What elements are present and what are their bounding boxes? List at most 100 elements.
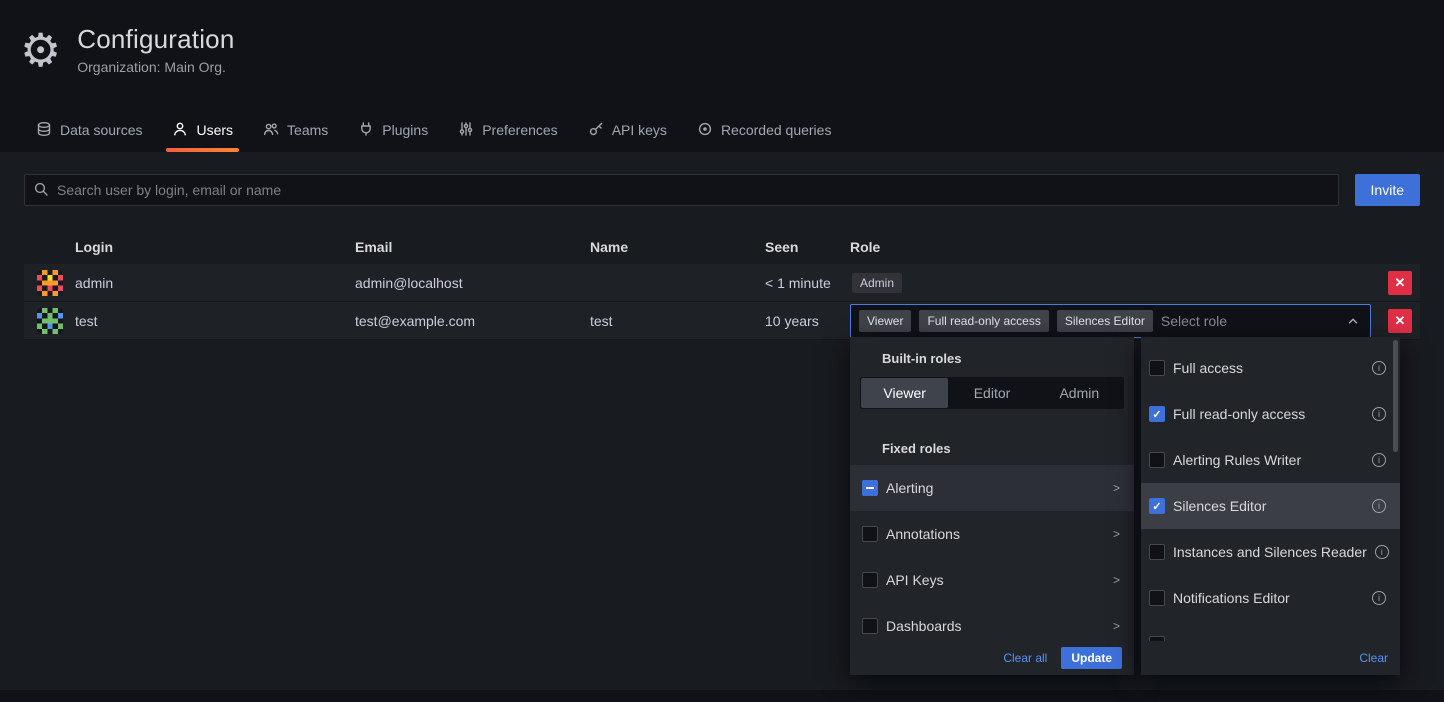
- radio-option-editor[interactable]: Editor: [948, 378, 1035, 408]
- column-header-login: Login: [75, 239, 355, 255]
- group-label: Annotations: [886, 526, 1105, 542]
- submenu-item-notifications-editor[interactable]: Notifications Editor i: [1141, 575, 1400, 621]
- checkbox-checked-icon[interactable]: ✓: [1149, 498, 1165, 514]
- checkbox-unchecked-icon[interactable]: [862, 526, 878, 542]
- role-picker-footer: Clear all Update: [850, 641, 1134, 675]
- selected-role-chip[interactable]: Full read-only access: [919, 310, 1048, 332]
- tab-label: Teams: [287, 122, 328, 138]
- submenu-item-silences-editor[interactable]: ✓ Silences Editor i: [1141, 483, 1400, 529]
- checkbox-checked-icon[interactable]: ✓: [1149, 406, 1165, 422]
- column-header-role: Role: [850, 239, 1371, 255]
- checkbox-unchecked-icon[interactable]: [1149, 452, 1165, 468]
- builtin-roles-label: Built-in roles: [882, 349, 1134, 369]
- info-icon: i: [1372, 453, 1386, 467]
- tab-label: Recorded queries: [721, 122, 832, 138]
- user-email: admin@localhost: [355, 275, 590, 291]
- search-input[interactable]: [24, 174, 1339, 206]
- submenu-scrollbar[interactable]: [1393, 340, 1398, 452]
- group-label: Alerting: [886, 480, 1105, 496]
- checkbox-unchecked-icon[interactable]: [862, 618, 878, 634]
- clear-link[interactable]: Clear: [1359, 651, 1388, 665]
- user-login: test: [75, 313, 355, 329]
- checkbox-unchecked-icon[interactable]: [1149, 360, 1165, 376]
- fixed-role-groups: Alerting > Annotations > API Keys > Dash…: [850, 465, 1134, 649]
- delete-user-button[interactable]: ✕: [1388, 309, 1412, 333]
- role-picker-submenu: Full access i ✓ Full read-only access i …: [1141, 337, 1400, 675]
- submenu-item-full-access[interactable]: Full access i: [1141, 345, 1400, 391]
- tab-data-sources[interactable]: Data sources: [24, 108, 154, 152]
- column-header-email: Email: [355, 239, 590, 255]
- submenu-item-full-read-only-access[interactable]: ✓ Full read-only access i: [1141, 391, 1400, 437]
- invite-button[interactable]: Invite: [1355, 174, 1420, 206]
- close-icon: ✕: [1395, 275, 1406, 290]
- users-icon: [263, 121, 279, 140]
- checkbox-indeterminate-icon[interactable]: [862, 480, 878, 496]
- column-header-seen: Seen: [765, 239, 850, 255]
- tab-label: Users: [196, 122, 233, 138]
- user-login: admin: [75, 275, 355, 291]
- users-toolbar: Invite: [24, 174, 1420, 206]
- fixed-roles-label: Fixed roles: [882, 439, 1134, 459]
- group-label: API Keys: [886, 572, 1105, 588]
- clear-all-link[interactable]: Clear all: [1003, 651, 1047, 665]
- update-button[interactable]: Update: [1061, 647, 1122, 669]
- tab-label: Plugins: [382, 122, 428, 138]
- page-header: ⚙ Configuration Organization: Main Org.: [20, 24, 235, 75]
- close-icon: ✕: [1395, 313, 1406, 328]
- role-badge[interactable]: Admin: [852, 273, 902, 293]
- role-picker-select[interactable]: Viewer Full read-only access Silences Ed…: [850, 304, 1371, 338]
- submenu-item-label: Full access: [1173, 360, 1364, 376]
- plug-icon: [358, 121, 374, 140]
- tab-label: Data sources: [60, 122, 142, 138]
- tab-api-keys[interactable]: API keys: [576, 108, 679, 152]
- tab-teams[interactable]: Teams: [251, 108, 340, 152]
- checkbox-unchecked-icon[interactable]: [1149, 544, 1165, 560]
- submenu-item-label: Alerting Rules Writer: [1173, 452, 1364, 468]
- role-group-annotations[interactable]: Annotations >: [850, 511, 1134, 557]
- user-email: test@example.com: [355, 313, 590, 329]
- submenu-item-label: Full read-only access: [1173, 406, 1364, 422]
- role-group-api-keys[interactable]: API Keys >: [850, 557, 1134, 603]
- select-role-placeholder[interactable]: Select role: [1161, 313, 1338, 329]
- user-seen: 10 years: [765, 313, 850, 329]
- info-icon: i: [1372, 499, 1386, 513]
- user-role-cell[interactable]: Admin: [850, 273, 1371, 293]
- submenu-item-alerting-rules-writer[interactable]: Alerting Rules Writer i: [1141, 437, 1400, 483]
- avatar-cell: [24, 270, 75, 296]
- radio-option-admin[interactable]: Admin: [1036, 378, 1123, 408]
- tab-preferences[interactable]: Preferences: [446, 108, 569, 152]
- search-icon: [33, 181, 49, 202]
- tab-label: API keys: [612, 122, 667, 138]
- selected-role-chip[interactable]: Viewer: [859, 310, 911, 332]
- checkbox-unchecked-icon[interactable]: [1149, 590, 1165, 606]
- submenu-item-label: Notifications Editor: [1173, 590, 1364, 606]
- user-name: test: [590, 313, 765, 329]
- user-icon: [172, 121, 188, 140]
- key-icon: [588, 121, 604, 140]
- sliders-icon: [458, 121, 474, 140]
- grafana-org-config-page: ⚙ Configuration Organization: Main Org. …: [0, 0, 1444, 702]
- checkbox-unchecked-icon[interactable]: [862, 572, 878, 588]
- info-icon: i: [1372, 407, 1386, 421]
- chevron-right-icon: >: [1113, 573, 1120, 587]
- record-icon: [697, 121, 713, 140]
- chevron-up-icon[interactable]: [1346, 314, 1360, 328]
- submenu-item-instances-and-silences-reader[interactable]: Instances and Silences Reader i: [1141, 529, 1400, 575]
- tab-recorded-queries[interactable]: Recorded queries: [685, 108, 844, 152]
- chevron-right-icon: >: [1113, 527, 1120, 541]
- tab-users[interactable]: Users: [160, 108, 245, 152]
- check-icon: ✓: [1152, 408, 1161, 421]
- radio-option-viewer[interactable]: Viewer: [861, 378, 948, 408]
- submenu-item-label: Silences Editor: [1173, 498, 1364, 514]
- page-titles: Configuration Organization: Main Org.: [77, 24, 234, 75]
- database-icon: [36, 121, 52, 140]
- role-group-alerting[interactable]: Alerting >: [850, 465, 1134, 511]
- selected-role-chip[interactable]: Silences Editor: [1057, 310, 1153, 332]
- config-tab-bar: Data sources Users Teams Plugins Prefere…: [24, 108, 843, 152]
- delete-user-button[interactable]: ✕: [1388, 271, 1412, 295]
- actions-cell: ✕: [1371, 309, 1420, 333]
- chevron-right-icon: >: [1113, 619, 1120, 633]
- tab-plugins[interactable]: Plugins: [346, 108, 440, 152]
- column-header-name: Name: [590, 239, 765, 255]
- chevron-right-icon: >: [1113, 481, 1120, 495]
